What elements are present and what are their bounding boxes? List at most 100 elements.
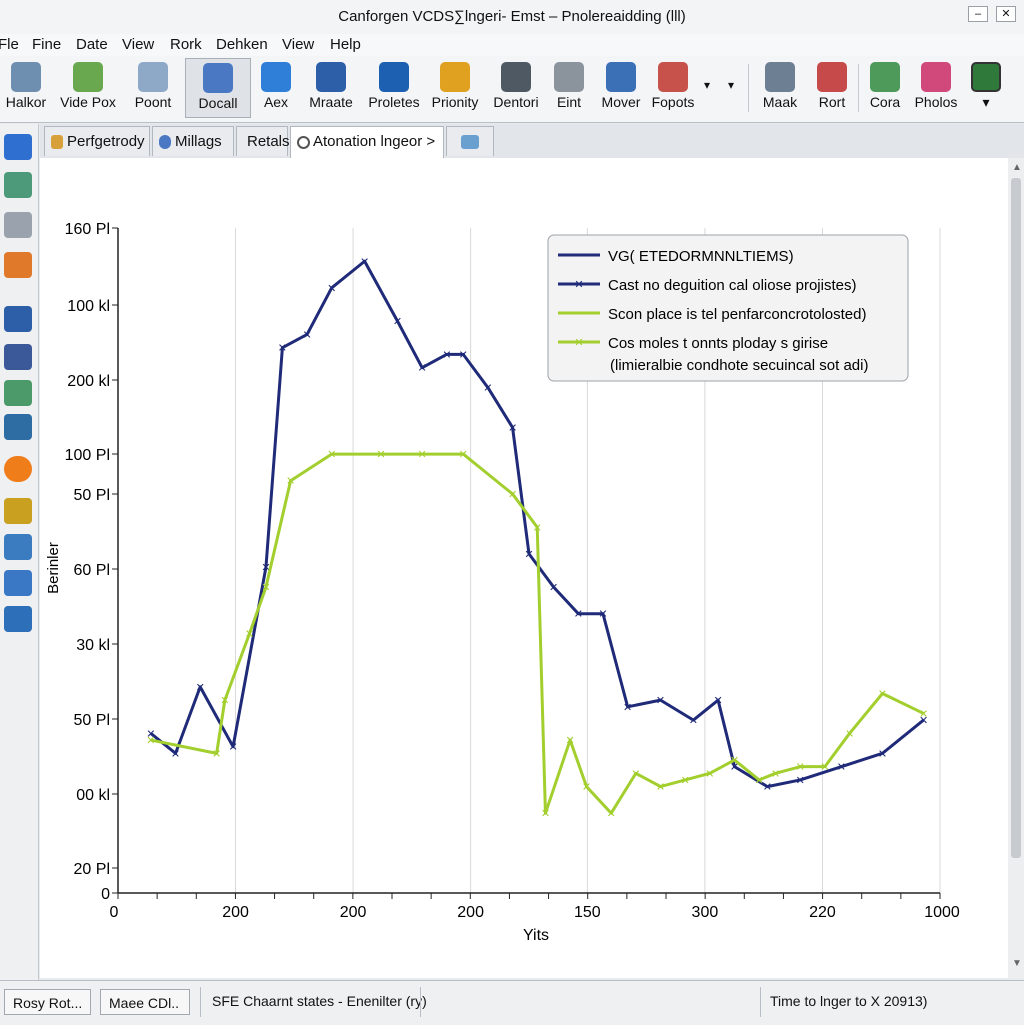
- toolbar-button-rort[interactable]: Rort: [812, 58, 852, 118]
- toolbar-button-mraate[interactable]: Mraate: [304, 58, 358, 118]
- x-tick-label: 200: [340, 904, 367, 921]
- facebook-icon[interactable]: [4, 344, 32, 370]
- magnifier-icon: [765, 62, 795, 92]
- blue-person-icon[interactable]: [4, 306, 32, 332]
- legend-marker: ✕: [574, 279, 583, 291]
- data-point: ✕: [220, 695, 229, 707]
- status-divider: [200, 987, 201, 1017]
- toolbar-button-docall[interactable]: Docall: [185, 58, 251, 118]
- tools-icon: [440, 62, 470, 92]
- toolbar-label: Fopots: [651, 94, 695, 110]
- data-point: ✕: [730, 755, 739, 767]
- line-chart: 160 Pl 100 kl 200 kl 100 Pl 50 Pl 60 Pl 30 kl 5…: [45, 221, 960, 944]
- toolbar-button-extra[interactable]: ▾: [966, 58, 1006, 118]
- colorful-app-icon[interactable]: [4, 380, 32, 406]
- menu-date[interactable]: Date: [76, 36, 108, 53]
- photo-badge-icon: [658, 62, 688, 92]
- blue-tool-icon[interactable]: [4, 134, 32, 160]
- menu-help[interactable]: Help: [330, 36, 361, 53]
- menu-dehken[interactable]: Dehken: [216, 36, 268, 53]
- toolbar-label: Dentori: [493, 94, 539, 110]
- device-icon[interactable]: [4, 534, 32, 560]
- toolbar-button-mover[interactable]: Mover: [598, 58, 644, 118]
- x-axis-label: Yits: [523, 927, 549, 944]
- scroll-up-icon[interactable]: ▲: [1012, 162, 1022, 173]
- toolbar-overflow-dropdown[interactable]: ▾: [728, 78, 734, 92]
- data-point: ✕: [878, 689, 887, 701]
- data-point: ✕: [582, 782, 591, 794]
- data-point: ✕: [508, 423, 517, 435]
- monitor-icon: [606, 62, 636, 92]
- data-point: ✕: [393, 316, 402, 328]
- tab-tool[interactable]: [446, 126, 494, 156]
- tab-retals[interactable]: Retals: [236, 126, 290, 156]
- pencil-icon[interactable]: [4, 498, 32, 524]
- toolbar-more-arrow[interactable]: ▾: [704, 78, 710, 92]
- tab-millags[interactable]: Millags: [152, 126, 234, 156]
- warning-icon[interactable]: [4, 456, 32, 482]
- green-gear-icon[interactable]: [4, 172, 32, 198]
- status-button-rosy-rot[interactable]: Rosy Rot...: [4, 989, 92, 1015]
- menu-fine[interactable]: Fine: [32, 36, 61, 53]
- toolbar-button-halkor[interactable]: Halkor: [2, 58, 50, 118]
- toolbar-button-poont[interactable]: Poont: [128, 58, 178, 118]
- photos-icon: [921, 62, 951, 92]
- data-point: ✕: [574, 609, 583, 621]
- toolbar-label: Aex: [263, 94, 289, 110]
- legend-entry: Cos moles t onnts ploday s girise: [608, 335, 828, 352]
- tab-perfgetrody[interactable]: Perfgetrody: [44, 126, 150, 156]
- tab-label: Retals: [247, 133, 290, 150]
- network-icon[interactable]: [4, 606, 32, 632]
- x-tick-label: 200: [457, 904, 484, 921]
- tab-refresh-icon: [297, 136, 310, 149]
- search-globe-icon: [138, 62, 168, 92]
- data-point: ✕: [598, 609, 607, 621]
- tab-atonation-ingeor[interactable]: Atonation lngeor >: [290, 126, 444, 158]
- vertical-scrollbar[interactable]: ▲ ▼: [1008, 158, 1024, 978]
- toolbar-button-prionity[interactable]: Prionity: [428, 58, 482, 118]
- toolbar-button-aex[interactable]: Aex: [256, 58, 296, 118]
- status-button-maee-cdl[interactable]: Maee CDl..: [100, 989, 190, 1015]
- menu-view-2[interactable]: View: [282, 36, 314, 53]
- toolbar-button-cora[interactable]: Cora: [864, 58, 906, 118]
- toolbar-button-dentori[interactable]: Dentori: [490, 58, 542, 118]
- data-point: ✕: [418, 449, 427, 461]
- toolbar-button-pholos[interactable]: Pholos: [912, 58, 960, 118]
- data-point: ✕: [681, 775, 690, 787]
- toolbar-button-fopots[interactable]: Fopots: [650, 58, 696, 118]
- menu-rork[interactable]: Rork: [170, 36, 202, 53]
- legend: VG( ETEDORMNNLTIEMS) ✕ Cast no deguition…: [547, 234, 909, 382]
- data-point: ✕: [771, 768, 780, 780]
- y-tick-label: 160 Pl: [65, 221, 110, 238]
- toolbar-label: Docall: [198, 95, 238, 111]
- document-icon[interactable]: [4, 212, 32, 238]
- toolbar-button-proletes[interactable]: Proletes: [365, 58, 423, 118]
- tab-doc-icon: [51, 135, 63, 149]
- menu-file[interactable]: Fle: [0, 36, 19, 53]
- data-point: ✕: [713, 695, 722, 707]
- chart-bars-icon[interactable]: [4, 570, 32, 596]
- y-tick-label: 50 Pl: [74, 712, 110, 729]
- photo-icon[interactable]: [4, 414, 32, 440]
- toolbar-label: Eint: [556, 94, 582, 110]
- toolbar-button-vide-pox[interactable]: Vide Pox: [56, 58, 120, 118]
- scroll-down-icon[interactable]: ▼: [1012, 958, 1022, 969]
- data-point: ✕: [755, 775, 764, 787]
- toolbar: Halkor Vide Pox Poont Docall Aex Mraate …: [0, 56, 1024, 123]
- title-bar: Canforgen VCDS∑lngeri- Emst – Pnolereaid…: [0, 0, 1024, 35]
- menu-view[interactable]: View: [122, 36, 154, 53]
- orange-disc-icon[interactable]: [4, 252, 32, 278]
- toolbar-label: Mover: [601, 94, 641, 110]
- toolbar-button-eint[interactable]: Eint: [549, 58, 589, 118]
- target-icon: [316, 62, 346, 92]
- tab-label: Perfgetrody: [67, 133, 145, 150]
- close-button[interactable]: ✕: [996, 6, 1016, 22]
- legend-entry: (limieralbie condhote secuincal sot adi): [610, 357, 868, 374]
- minimize-button[interactable]: –: [968, 6, 988, 22]
- toolbar-button-maak[interactable]: Maak: [756, 58, 804, 118]
- series-2-line: [150, 452, 925, 815]
- legend-entry: Cast no deguition cal oliose projistes): [608, 277, 856, 294]
- checkbox-document-icon: [203, 63, 233, 93]
- data-point: ✕: [459, 449, 468, 461]
- scrollbar-thumb[interactable]: [1011, 178, 1021, 858]
